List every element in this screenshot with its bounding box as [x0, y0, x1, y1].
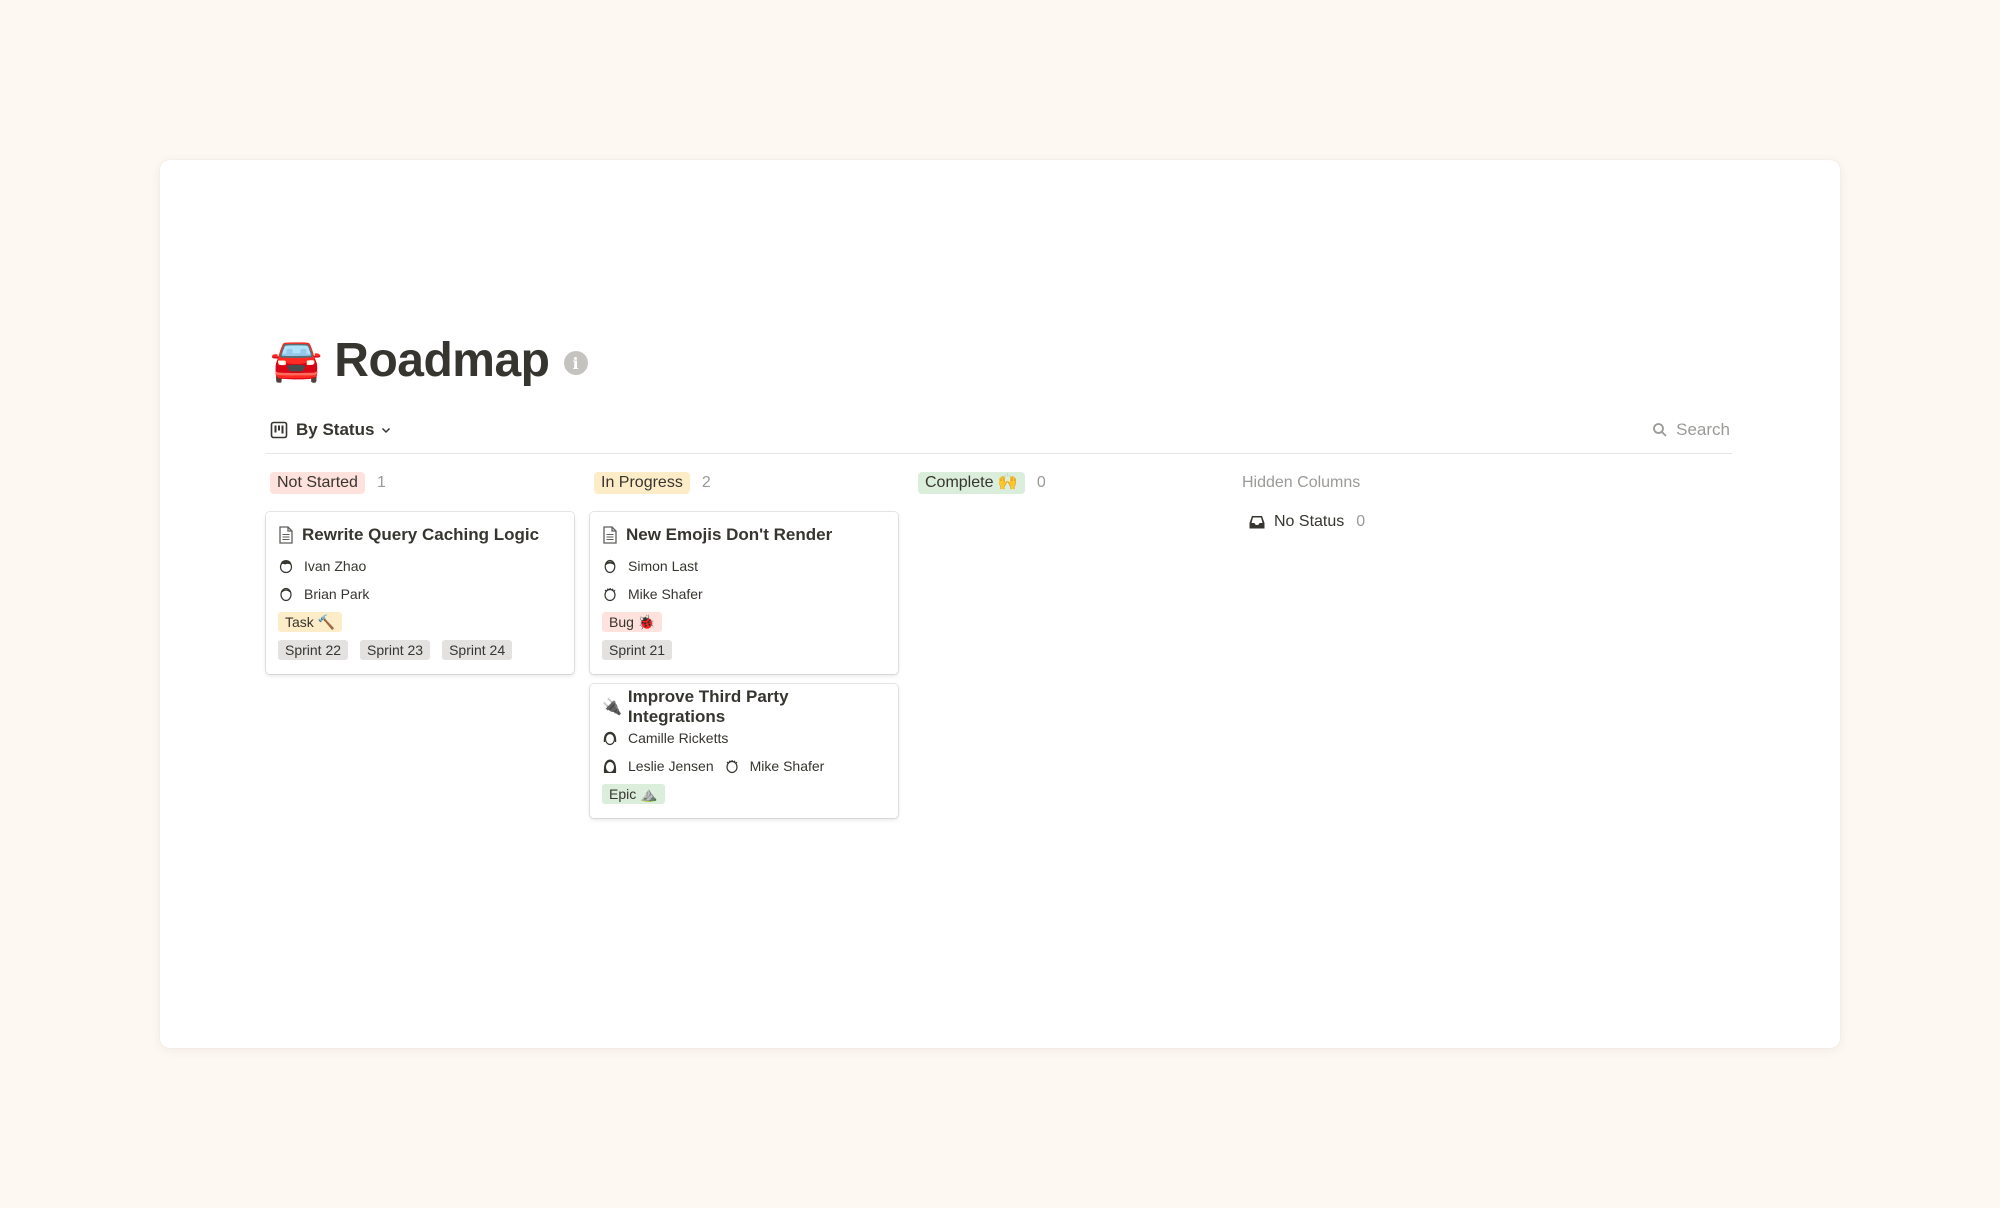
- search-button[interactable]: Search: [1652, 414, 1730, 446]
- avatar-icon: [604, 559, 616, 574]
- kanban-board: Not Started 1 Rewrite Query Caching Logi…: [266, 470, 1638, 828]
- page-window: 🚘 Roadmap i By Status Search Not Started…: [160, 160, 1840, 1048]
- inbox-icon: [1249, 516, 1265, 529]
- person-name: Simon Last: [628, 558, 699, 574]
- column-in-progress: In Progress 2 New Emojis Don't Render Si…: [590, 470, 898, 828]
- info-icon[interactable]: i: [563, 351, 588, 375]
- column-complete: Complete 🙌 0: [914, 470, 1222, 828]
- avatar-icon: [279, 560, 293, 574]
- card-rewrite-query-caching[interactable]: Rewrite Query Caching Logic Ivan Zhao Br…: [266, 512, 574, 674]
- type-tag-row: Task 🔨: [278, 612, 562, 632]
- card-new-emojis-dont-render[interactable]: New Emojis Don't Render Simon Last Mike …: [590, 512, 898, 674]
- hidden-columns: Hidden Columns No Status 0: [1238, 470, 1638, 828]
- column-count: 1: [376, 474, 386, 491]
- column-header[interactable]: In Progress 2: [590, 470, 898, 496]
- card-title: Rewrite Query Caching Logic: [302, 525, 540, 544]
- column-header[interactable]: Complete 🙌 0: [914, 470, 1222, 496]
- sprint-tag-row: Sprint 21: [602, 640, 886, 660]
- person-row: Simon Last: [602, 556, 886, 576]
- sprint-tag: Sprint 22: [278, 640, 349, 660]
- avatar-icon: [604, 588, 616, 602]
- plug-icon: 🔌: [602, 699, 622, 716]
- card-title: Improve Third Party Integrations: [627, 687, 789, 726]
- person-row: Leslie Jensen Mike Shafer: [602, 756, 886, 776]
- status-badge: Not Started: [270, 472, 365, 494]
- view-label: By Status: [296, 420, 375, 439]
- person-row: Mike Shafer: [602, 584, 886, 604]
- avatar-icon: [603, 731, 617, 746]
- card-improve-third-party-integrations[interactable]: 🔌 Improve Third Party Integrations Camil…: [590, 684, 898, 818]
- person-name: Leslie Jensen: [628, 758, 714, 774]
- hidden-columns-title: Hidden Columns: [1242, 474, 1361, 491]
- person-row: Brian Park: [278, 584, 562, 604]
- document-icon: [603, 526, 617, 544]
- avatar-icon: [603, 759, 617, 773]
- page-emoji-icon[interactable]: 🚘: [270, 339, 322, 381]
- card-title-row: Rewrite Query Caching Logic: [278, 524, 562, 546]
- person-name: Ivan Zhao: [304, 558, 367, 574]
- column-count: 0: [1036, 474, 1046, 491]
- view-toolbar: By Status Search: [266, 414, 1732, 454]
- type-tag: Task 🔨: [278, 612, 343, 632]
- hidden-column-label: No Status: [1274, 513, 1345, 530]
- type-tag: Epic ⛰️: [602, 784, 665, 804]
- page-title[interactable]: Roadmap: [334, 333, 550, 388]
- sprint-tag: Sprint 21: [602, 640, 673, 660]
- type-tag: Bug 🐞: [602, 612, 663, 632]
- type-tag-row: Bug 🐞: [602, 612, 886, 632]
- person-row: Ivan Zhao: [278, 556, 562, 576]
- status-badge: In Progress: [594, 472, 690, 494]
- chevron-down-icon: [382, 427, 391, 434]
- hidden-column-no-status[interactable]: No Status 0: [1242, 510, 1638, 534]
- status-badge: Complete 🙌: [918, 472, 1025, 494]
- sprint-tag: Sprint 23: [360, 640, 431, 660]
- person-row: Camille Ricketts: [602, 728, 886, 748]
- document-icon: [279, 526, 293, 544]
- sprint-tag: Sprint 24: [442, 640, 513, 660]
- card-title-row: New Emojis Don't Render: [602, 524, 886, 546]
- column-count: 2: [701, 474, 711, 491]
- person-name: Mike Shafer: [628, 586, 703, 602]
- search-icon: [1653, 423, 1667, 437]
- column-not-started: Not Started 1 Rewrite Query Caching Logi…: [266, 470, 574, 828]
- person-name: Camille Ricketts: [628, 730, 729, 746]
- view-switcher-button[interactable]: By Status: [270, 414, 392, 446]
- hidden-column-count: 0: [1356, 513, 1366, 530]
- avatar-icon: [280, 587, 292, 602]
- type-tag-row: Epic ⛰️: [602, 784, 886, 804]
- search-label: Search: [1676, 420, 1730, 439]
- card-title: New Emojis Don't Render: [626, 525, 833, 544]
- person-name: Mike Shafer: [749, 758, 825, 774]
- card-title-row: 🔌 Improve Third Party Integrations: [602, 687, 886, 726]
- sprint-tag-row: Sprint 22 Sprint 23 Sprint 24: [278, 640, 562, 660]
- avatar-icon: [726, 760, 738, 774]
- board-icon: [270, 421, 288, 439]
- column-header[interactable]: Not Started 1: [266, 470, 574, 496]
- person-name: Brian Park: [304, 586, 370, 602]
- page-header: 🚘 Roadmap i: [270, 330, 588, 390]
